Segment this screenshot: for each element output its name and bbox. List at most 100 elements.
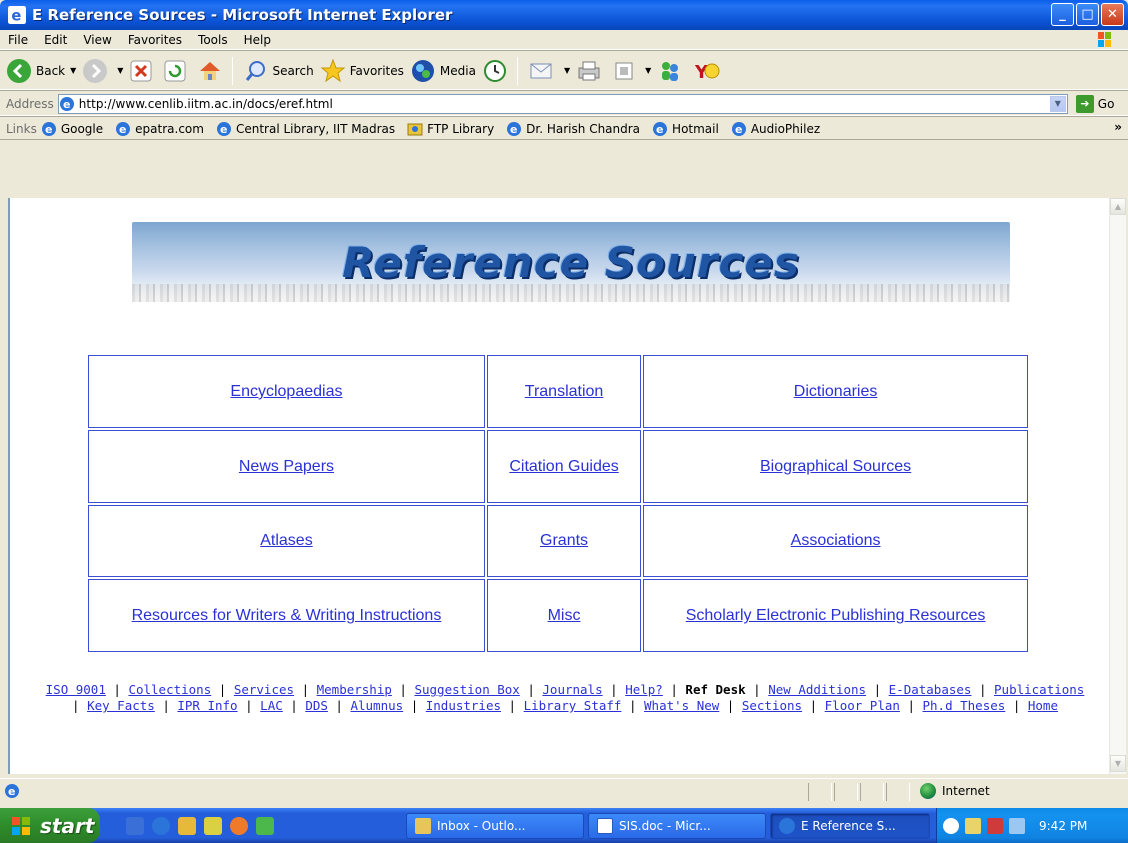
footer-link-membership[interactable]: Membership xyxy=(317,682,392,697)
svg-text:e: e xyxy=(119,123,126,136)
menu-edit[interactable]: Edit xyxy=(36,33,75,47)
link-atlases[interactable]: Atlases xyxy=(260,532,312,549)
home-button[interactable] xyxy=(197,58,227,84)
address-dropdown-icon[interactable]: ▼ xyxy=(1049,95,1066,112)
tray-network-icon[interactable] xyxy=(965,817,981,834)
link-news-papers[interactable]: News Papers xyxy=(239,458,334,475)
link-central-library[interactable]: e Central Library, IIT Madras xyxy=(216,121,395,137)
footer-link-services[interactable]: Services xyxy=(234,682,294,697)
back-button[interactable]: Back ▼ xyxy=(6,58,76,84)
close-button[interactable]: ✕ xyxy=(1101,3,1124,26)
footer-link-dds[interactable]: DDS xyxy=(305,698,328,713)
messenger-quicklaunch-icon[interactable] xyxy=(256,816,274,835)
back-dropdown-icon[interactable]: ▼ xyxy=(70,66,76,75)
link-harish-chandra[interactable]: e Dr. Harish Chandra xyxy=(506,121,640,137)
grid-row: Atlases Grants Associations xyxy=(88,504,1028,578)
mail-button[interactable]: ▼ xyxy=(529,60,570,82)
footer-link-journals[interactable]: Journals xyxy=(542,682,602,697)
favorites-button[interactable]: Favorites xyxy=(320,58,404,84)
maximize-button[interactable]: □ xyxy=(1076,3,1099,26)
menu-favorites[interactable]: Favorites xyxy=(120,33,190,47)
show-desktop-icon[interactable] xyxy=(126,816,144,835)
link-google[interactable]: e Google xyxy=(41,121,103,137)
footer-link-alumnus[interactable]: Alumnus xyxy=(350,698,403,713)
menu-file[interactable]: File xyxy=(0,33,36,47)
pencil-quicklaunch-icon[interactable] xyxy=(204,816,222,835)
link-hotmail[interactable]: e Hotmail xyxy=(652,121,719,137)
footer-link-industries[interactable]: Industries xyxy=(426,698,501,713)
menu-help[interactable]: Help xyxy=(236,33,279,47)
history-button[interactable] xyxy=(482,58,512,84)
grid-cell: Encyclopaedias xyxy=(88,355,485,428)
windows-logo-icon xyxy=(1098,32,1111,47)
print-button[interactable] xyxy=(576,59,606,83)
system-tray: 9:42 PM xyxy=(936,808,1128,843)
footer-link-collections[interactable]: Collections xyxy=(128,682,211,697)
tray-security-icon[interactable] xyxy=(987,817,1003,834)
menu-tools[interactable]: Tools xyxy=(190,33,236,47)
footer-link-publications[interactable]: Publications xyxy=(994,682,1084,697)
forward-dropdown-icon[interactable]: ▼ xyxy=(117,66,123,75)
media-quicklaunch-icon[interactable] xyxy=(230,816,248,835)
ie-quicklaunch-icon[interactable] xyxy=(152,816,170,835)
stop-button[interactable] xyxy=(129,59,157,83)
link-ftp-library[interactable]: FTP Library xyxy=(407,121,494,137)
start-button[interactable]: start xyxy=(0,808,100,843)
scroll-down-icon[interactable]: ▼ xyxy=(1110,755,1126,772)
link-resources-for-writers[interactable]: Resources for Writers & Writing Instruct… xyxy=(132,607,442,624)
footer-link-edatabases[interactable]: E-Databases xyxy=(889,682,972,697)
edit-button[interactable]: ▼ xyxy=(612,59,651,83)
footer-link-floor-plan[interactable]: Floor Plan xyxy=(825,698,900,713)
link-dictionaries[interactable]: Dictionaries xyxy=(794,383,878,400)
search-button[interactable]: Search xyxy=(244,59,314,83)
link-associations[interactable]: Associations xyxy=(791,532,881,549)
footer-link-new-additions[interactable]: New Additions xyxy=(768,682,866,697)
forward-button[interactable]: ▼ xyxy=(82,58,123,84)
links-overflow-chevron-icon[interactable]: » xyxy=(1114,120,1122,134)
task-inbox-outlook[interactable]: Inbox - Outlo... xyxy=(406,813,584,839)
back-label: Back xyxy=(36,63,66,78)
footer-link-iso[interactable]: ISO 9001 xyxy=(46,682,106,697)
footer-link-phd-theses[interactable]: Ph.d Theses xyxy=(923,698,1006,713)
task-label: E Reference S... xyxy=(801,819,896,833)
media-button[interactable]: Media xyxy=(410,58,476,84)
go-button[interactable]: ➜ Go xyxy=(1075,94,1114,113)
back-arrow-icon xyxy=(7,58,31,83)
link-citation-guides[interactable]: Citation Guides xyxy=(509,458,618,475)
mail-dropdown-icon[interactable]: ▼ xyxy=(564,66,570,75)
tray-display-icon[interactable] xyxy=(1009,817,1025,834)
footer-link-key-facts[interactable]: Key Facts xyxy=(87,698,155,713)
task-sis-doc[interactable]: SIS.doc - Micr... xyxy=(588,813,766,839)
tray-expand-icon[interactable] xyxy=(943,817,959,834)
link-epatra[interactable]: e epatra.com xyxy=(115,121,204,137)
menu-view[interactable]: View xyxy=(75,33,119,47)
link-scholarly-publishing[interactable]: Scholarly Electronic Publishing Resource… xyxy=(686,607,986,624)
scroll-up-icon[interactable]: ▲ xyxy=(1110,198,1126,215)
task-e-reference[interactable]: E Reference S... xyxy=(770,813,930,839)
edit-dropdown-icon[interactable]: ▼ xyxy=(645,66,651,75)
footer-link-lac[interactable]: LAC xyxy=(260,698,283,713)
messenger-button[interactable] xyxy=(657,58,687,84)
link-audiophilez[interactable]: e AudioPhilez xyxy=(731,121,820,137)
vertical-scrollbar[interactable]: ▲ ▼ xyxy=(1109,198,1126,774)
footer-link-help[interactable]: Help? xyxy=(625,682,663,697)
yahoo-messenger-button[interactable]: Y xyxy=(693,59,725,83)
outlook-quicklaunch-icon[interactable] xyxy=(178,816,196,835)
footer-link-ipr-info[interactable]: IPR Info xyxy=(177,698,237,713)
link-misc[interactable]: Misc xyxy=(548,607,581,624)
link-translation[interactable]: Translation xyxy=(525,383,604,400)
link-grants[interactable]: Grants xyxy=(540,532,588,549)
footer-link-whats-new[interactable]: What's New xyxy=(644,698,719,713)
link-biographical-sources[interactable]: Biographical Sources xyxy=(760,458,911,475)
footer-link-home[interactable]: Home xyxy=(1028,698,1058,713)
refresh-button[interactable] xyxy=(163,59,191,83)
footer-link-sections[interactable]: Sections xyxy=(742,698,802,713)
address-input[interactable]: e http://www.cenlib.iitm.ac.in/docs/eref… xyxy=(57,93,1068,114)
minimize-button[interactable]: _ xyxy=(1051,3,1074,26)
mail-icon xyxy=(530,63,552,78)
link-encyclopaedias[interactable]: Encyclopaedias xyxy=(230,383,342,400)
footer-link-suggestion-box[interactable]: Suggestion Box xyxy=(414,682,519,697)
standard-toolbar: Back ▼ ▼ Search Favorites Media ▼ ▼ Y xyxy=(0,52,1128,90)
footer-link-library-staff[interactable]: Library Staff xyxy=(524,698,622,713)
grid-cell: Atlases xyxy=(88,504,485,578)
